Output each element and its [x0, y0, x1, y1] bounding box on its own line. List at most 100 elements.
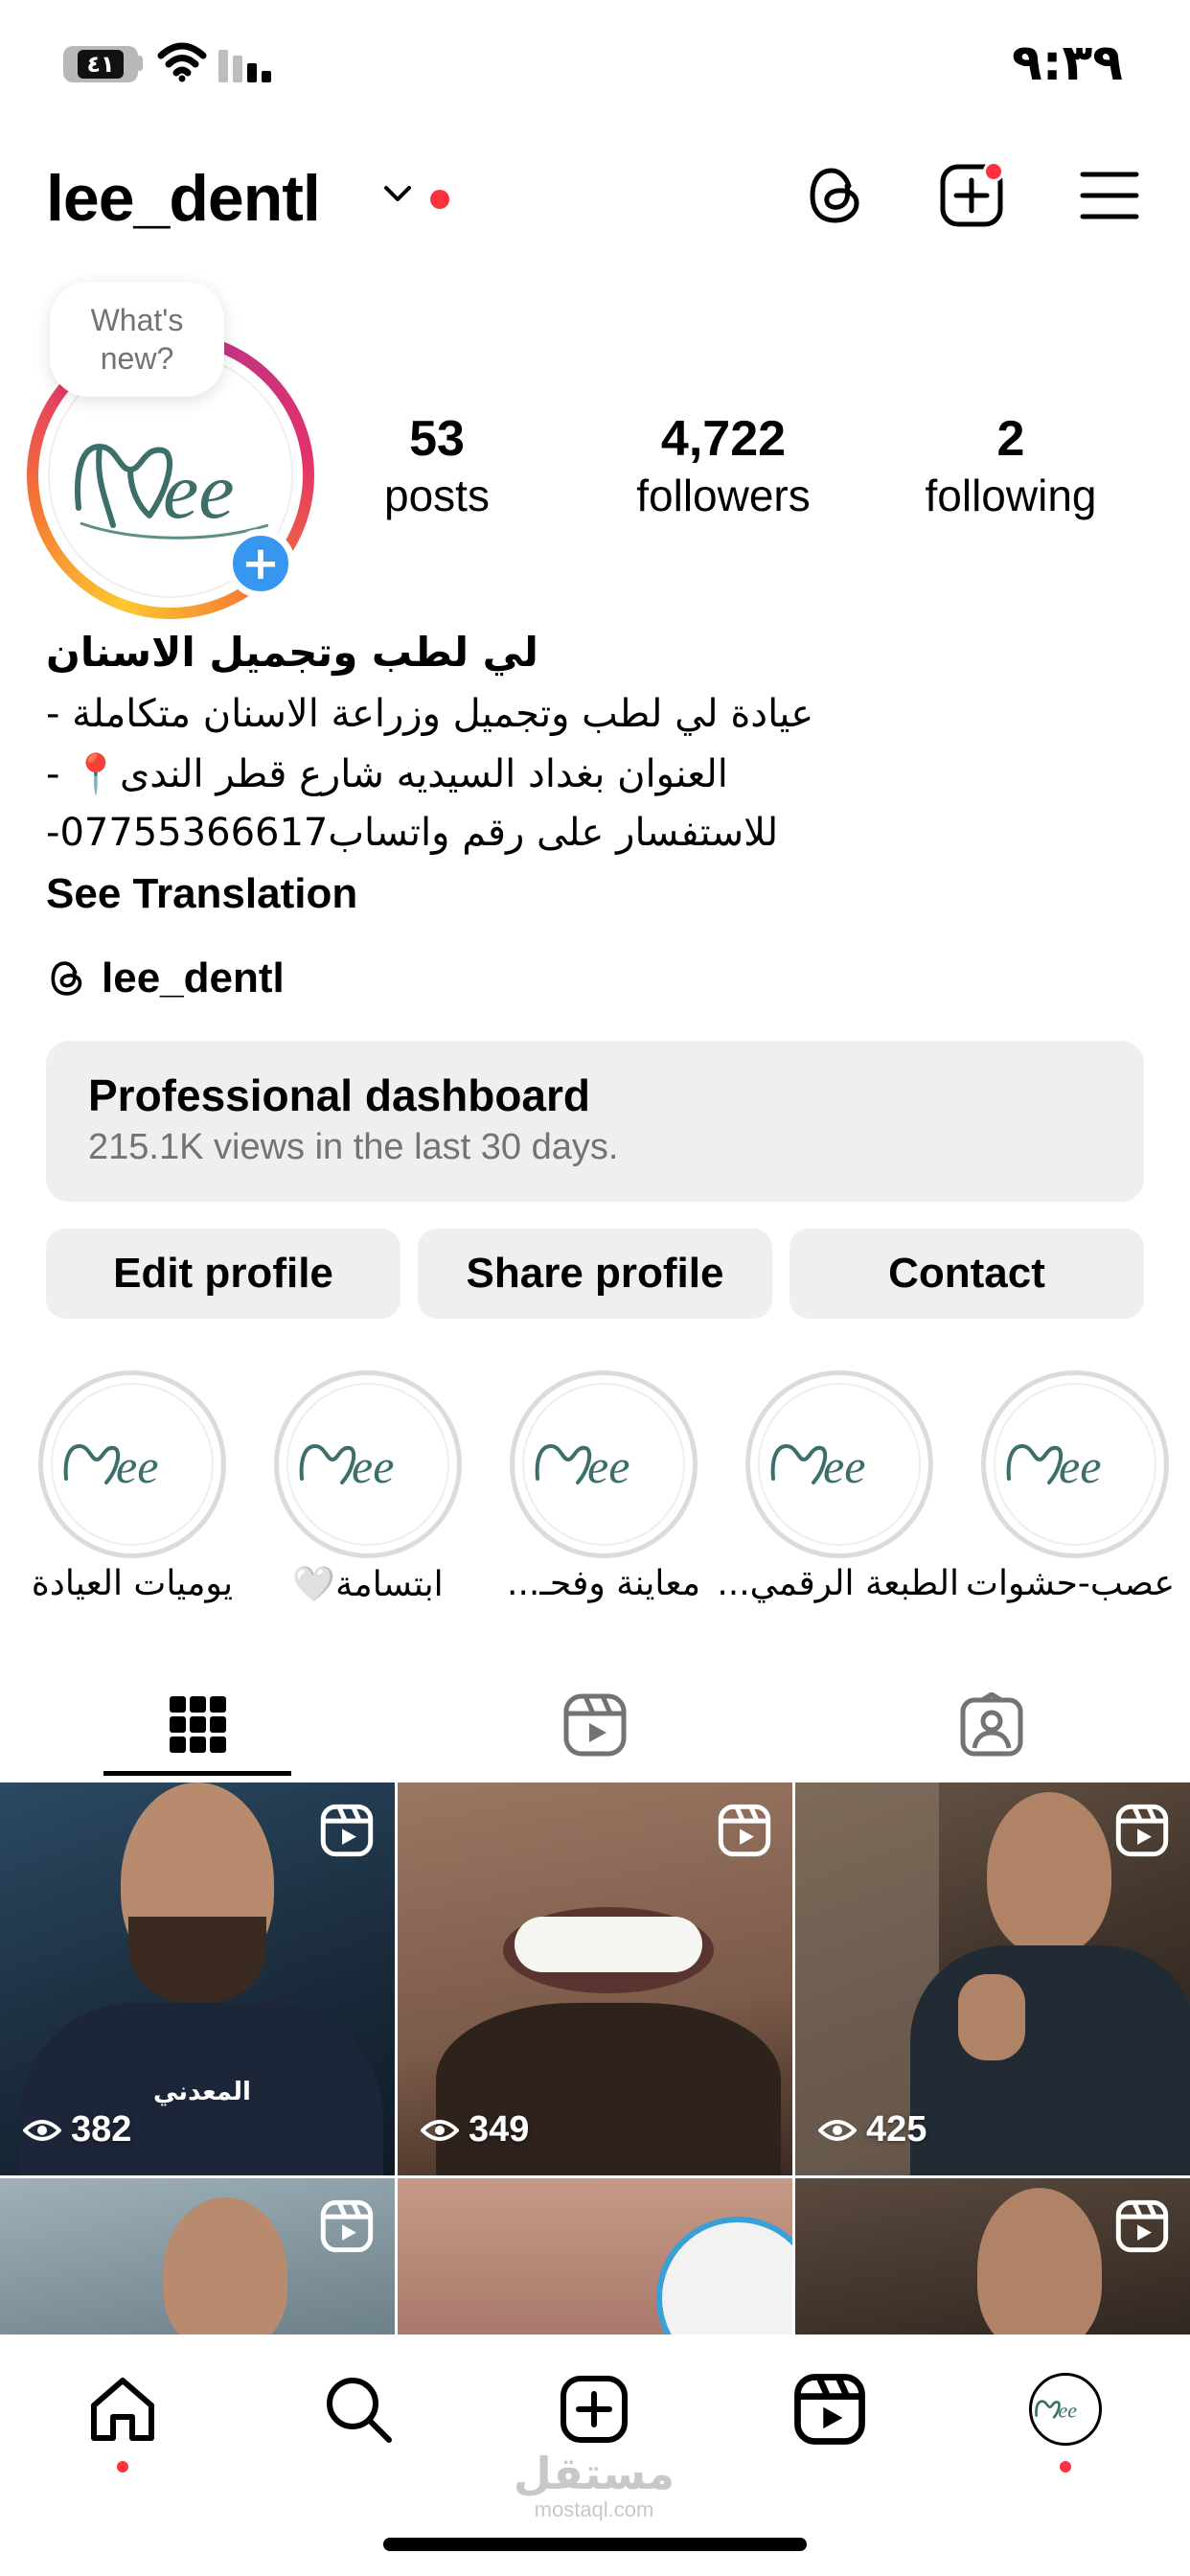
svg-text:ee: ee	[587, 1439, 629, 1493]
profile-name: لي لطب وتجميل الاسنان	[46, 629, 538, 676]
teeth	[515, 1917, 702, 1972]
professional-dashboard[interactable]: Professional dashboard 215.1K views in t…	[46, 1041, 1144, 1202]
nav-search[interactable]	[320, 2371, 397, 2448]
highlight-cover: ee	[51, 1383, 214, 1546]
highlight-label: يوميات العيادة	[31, 1564, 234, 1603]
following-stat[interactable]: 2 following	[901, 410, 1121, 521]
reel-icon	[1115, 1804, 1169, 1857]
hand	[958, 1974, 1025, 2060]
highlight-item[interactable]: ee	[274, 1370, 462, 1558]
lee-logo-icon: ee	[299, 1439, 394, 1493]
nav-home[interactable]	[84, 2371, 161, 2448]
svg-text:ee: ee	[163, 447, 235, 536]
highlight-item[interactable]: ee	[38, 1370, 226, 1558]
see-translation-link[interactable]: See Translation	[46, 870, 357, 918]
active-tab-indicator	[103, 1771, 291, 1776]
person-head	[163, 2197, 287, 2341]
reel-icon	[320, 1804, 374, 1857]
view-count: 425	[818, 2109, 927, 2150]
nav-profile[interactable]: ee	[1027, 2371, 1104, 2448]
lee-logo-icon: ee	[63, 1439, 158, 1493]
bio-line-3: للاستفسار على رقم واتساب07755366617-	[46, 811, 779, 855]
nav-reels[interactable]	[791, 2371, 868, 2448]
tab-tagged[interactable]	[793, 1668, 1190, 1782]
dashboard-title: Professional dashboard	[88, 1070, 591, 1120]
create-post-icon	[561, 2376, 628, 2443]
reels-icon	[794, 2374, 865, 2445]
following-label: following	[925, 471, 1097, 520]
watermark: مستقل mostaql.com	[498, 2450, 690, 2522]
reel-icon	[718, 1804, 771, 1857]
person-head	[987, 1792, 1111, 1955]
svg-text:ee: ee	[116, 1439, 158, 1493]
followers-stat[interactable]: 4,722 followers	[613, 410, 834, 521]
add-story-button[interactable]: +	[226, 529, 295, 598]
post-thumbnail[interactable]: 349	[398, 1782, 792, 2175]
reels-icon	[563, 1693, 627, 1757]
view-count: 349	[421, 2109, 529, 2150]
home-icon	[91, 2378, 154, 2441]
bio-line-2: العنوان بغداد السيديه شارع قطر الندى📍 -	[46, 752, 728, 796]
bio-line-1: عيادة لي لطب وتجميل وزراعة الاسنان متكام…	[46, 692, 814, 736]
whats-new-line1: What's	[90, 303, 184, 337]
notification-dot	[430, 190, 449, 209]
svg-text:ee: ee	[823, 1439, 865, 1493]
wifi-icon	[157, 42, 207, 82]
lee-logo-icon: ee	[770, 1439, 865, 1493]
post-thumbnail[interactable]	[0, 2178, 395, 2341]
chevron-down-icon[interactable]	[381, 182, 414, 205]
status-bar: ٤١ ٩:٣٩	[0, 0, 1190, 125]
highlight-label: عصب-حشوات	[966, 1564, 1175, 1603]
threads-handle: lee_dentl	[102, 954, 285, 1001]
eye-icon	[818, 2119, 857, 2141]
posts-count: 53	[409, 411, 465, 467]
contact-button[interactable]: Contact	[790, 1229, 1144, 1319]
search-icon	[327, 2378, 392, 2443]
account-switcher-username[interactable]: lee_dentl	[46, 161, 321, 236]
post-caption: المعدني	[153, 2078, 251, 2106]
highlight-label: ابتسامة🤍	[292, 1565, 444, 1604]
view-count-value: 382	[71, 2109, 132, 2150]
highlight-item[interactable]: ee	[981, 1370, 1169, 1558]
menu-icon[interactable]	[1075, 161, 1144, 230]
view-count: 382	[23, 2109, 131, 2150]
threads-icon[interactable]	[801, 161, 870, 230]
threads-profile-link[interactable]: lee_dentl	[46, 954, 285, 1002]
nav-create[interactable]	[556, 2371, 632, 2448]
highlight-item[interactable]: ee	[745, 1370, 933, 1558]
whats-new-bubble[interactable]: What's new?	[50, 282, 224, 397]
highlight-cover: ee	[758, 1383, 921, 1546]
followers-count: 4,722	[660, 411, 787, 467]
watermark-arabic: مستقل	[513, 2448, 675, 2499]
lee-logo-icon: ee	[535, 1439, 629, 1493]
highlight-label: الطبعة الرقمي...	[720, 1564, 959, 1603]
post-thumbnail[interactable]: 425	[795, 1782, 1190, 2175]
posts-label: posts	[384, 471, 490, 520]
edit-profile-button[interactable]: Edit profile	[46, 1229, 400, 1319]
reel-icon	[320, 2199, 374, 2253]
clock: ٩:٣٩	[1011, 34, 1123, 92]
lee-logo-icon: ee	[1035, 2398, 1077, 2422]
share-profile-button[interactable]: Share profile	[418, 1229, 772, 1319]
view-count-value: 425	[866, 2109, 927, 2150]
tab-reels[interactable]	[397, 1668, 793, 1782]
reel-icon	[1115, 2199, 1169, 2253]
lee-logo-icon: ee	[1006, 1439, 1101, 1493]
post-thumbnail[interactable]	[795, 2178, 1190, 2341]
post-thumbnail[interactable]: 382 المعدني	[0, 1782, 395, 2175]
inset-photo	[656, 2217, 792, 2341]
svg-text:ee: ee	[352, 1439, 394, 1493]
tab-posts-grid[interactable]	[0, 1668, 397, 1782]
posts-stat[interactable]: 53 posts	[360, 410, 514, 521]
post-thumbnail[interactable]	[398, 2178, 792, 2341]
following-count: 2	[996, 411, 1025, 467]
dashboard-subtitle: 215.1K views in the last 30 days.	[88, 1127, 619, 1167]
highlight-item[interactable]: ee	[510, 1370, 698, 1558]
view-count-value: 349	[469, 2109, 530, 2150]
scrubs	[910, 1945, 1190, 2175]
highlight-cover: ee	[994, 1383, 1156, 1546]
cellular-signal-icon	[218, 50, 271, 82]
tagged-user-icon	[960, 1692, 1023, 1757]
grid-icon	[170, 1696, 226, 1753]
highlight-cover: ee	[522, 1383, 685, 1546]
